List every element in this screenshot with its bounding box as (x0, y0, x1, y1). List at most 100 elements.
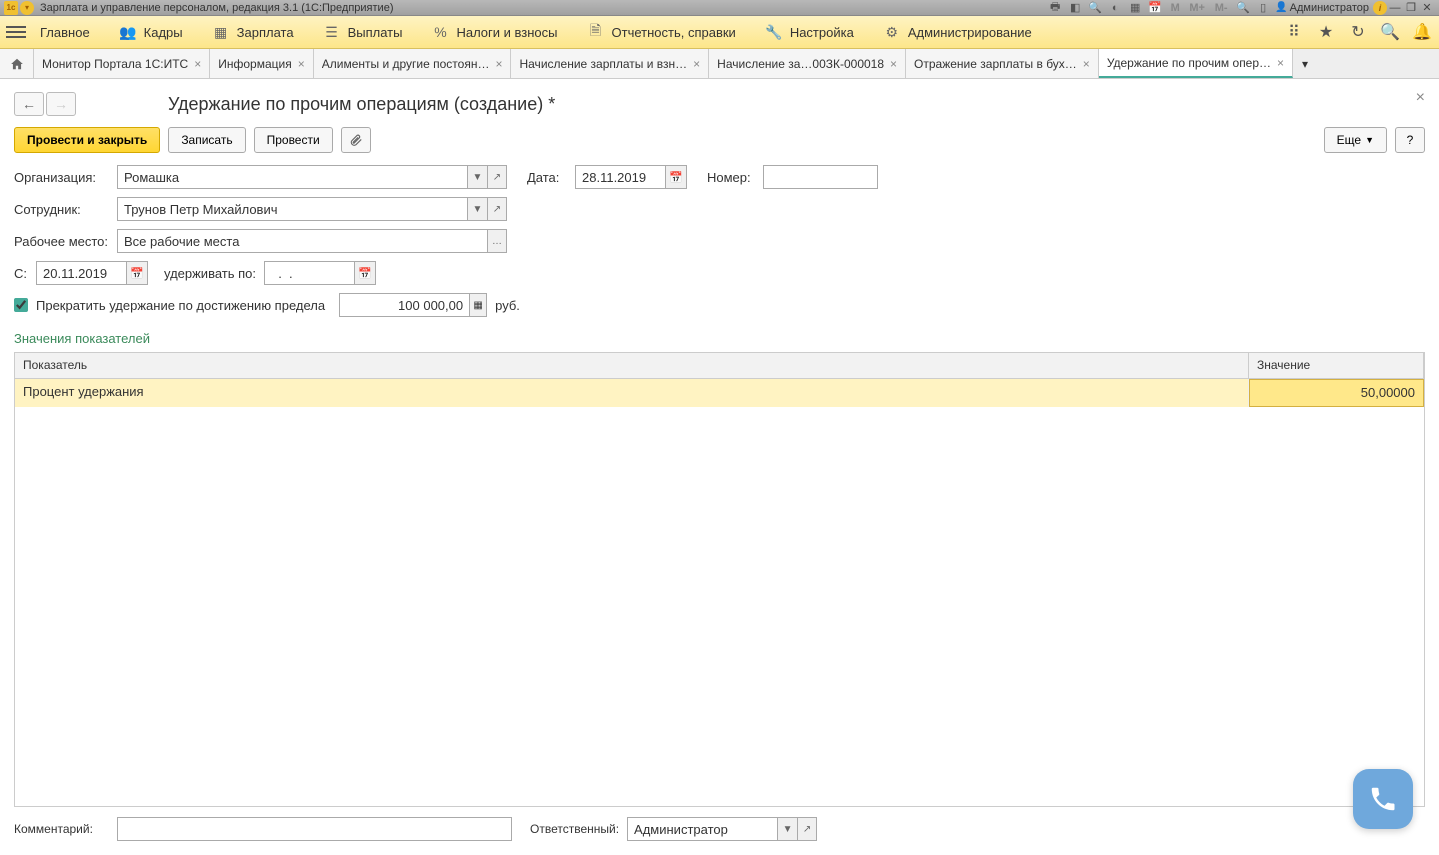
tab-close-icon[interactable]: × (693, 57, 700, 71)
tab-close-icon[interactable]: × (298, 57, 305, 71)
menu-label: Отчетность, справки (612, 25, 736, 40)
close-window-button[interactable]: ✕ (1419, 1, 1435, 15)
tab-close-icon[interactable]: × (1083, 57, 1090, 71)
grid-col-value[interactable]: Значение (1249, 353, 1424, 378)
menu-item-admin[interactable]: ⚙Администрирование (884, 24, 1032, 40)
tab-close-icon[interactable]: × (495, 57, 502, 71)
menu-item-reports[interactable]: 🗎Отчетность, справки (588, 24, 736, 40)
tool-icon-2[interactable]: ◧ (1067, 1, 1083, 15)
search-icon[interactable]: 🔍 (1379, 21, 1401, 43)
history-icon[interactable]: ↻ (1347, 21, 1369, 43)
user-menu[interactable]: 👤 Администратор (1275, 2, 1369, 14)
responsible-label: Ответственный: (530, 822, 619, 836)
dropdown-icon[interactable]: ▼ (467, 165, 487, 189)
calendar-icon[interactable]: 📅 (665, 165, 687, 189)
more-button[interactable]: Еще ▼ (1324, 127, 1387, 153)
date-field[interactable]: 📅 (575, 165, 687, 189)
grid-cell-value[interactable]: 50,00000 (1249, 379, 1424, 407)
tab-accrual[interactable]: Начисление зарплаты и взн…× (511, 49, 709, 78)
calendar-icon[interactable]: 📅 (1147, 1, 1163, 15)
open-icon[interactable]: ↗ (487, 197, 507, 221)
tab-info[interactable]: Информация× (210, 49, 314, 78)
m-plus-icon[interactable]: M+ (1187, 1, 1207, 15)
m-minus-icon[interactable]: M- (1211, 1, 1231, 15)
tool-icon-3[interactable]: 🔍 (1087, 1, 1103, 15)
menu-item-staff[interactable]: 👥Кадры (120, 24, 183, 40)
calc-icon[interactable]: ▦ (469, 293, 487, 317)
from-date-field[interactable]: 📅 (36, 261, 148, 285)
tab-deduction[interactable]: Удержание по прочим опер…× (1099, 49, 1293, 78)
nav-forward-button[interactable]: → (46, 92, 76, 116)
responsible-input[interactable] (627, 817, 777, 841)
info-icon[interactable]: i (1373, 1, 1387, 15)
emp-input[interactable] (117, 197, 467, 221)
open-icon[interactable]: ↗ (487, 165, 507, 189)
print-icon[interactable]: 🖶 (1047, 1, 1063, 15)
m-icon[interactable]: M (1167, 1, 1183, 15)
grid-row[interactable]: Процент удержания 50,00000 (15, 379, 1424, 407)
number-input[interactable] (763, 165, 878, 189)
menu-item-salary[interactable]: ▦Зарплата (213, 24, 294, 40)
dropdown-icon[interactable]: ▼ (467, 197, 487, 221)
menu-item-taxes[interactable]: %Налоги и взносы (432, 24, 557, 40)
ellipsis-icon[interactable]: … (487, 229, 507, 253)
menu-label: Выплаты (348, 25, 403, 40)
stop-limit-checkbox[interactable] (14, 298, 28, 312)
maximize-button[interactable]: ❐ (1403, 1, 1419, 15)
attach-button[interactable] (341, 127, 371, 153)
tab-monitor[interactable]: Монитор Портала 1С:ИТС× (34, 49, 210, 78)
hold-until-input[interactable] (264, 261, 354, 285)
tab-alimony[interactable]: Алименты и другие постоян…× (314, 49, 512, 78)
menu-label: Зарплата (237, 25, 294, 40)
tab-overflow-button[interactable]: ▾ (1293, 49, 1317, 78)
workplace-field[interactable]: … (117, 229, 507, 253)
post-button[interactable]: Провести (254, 127, 333, 153)
from-date-input[interactable] (36, 261, 126, 285)
from-label: С: (14, 266, 28, 281)
calendar-icon[interactable]: 📅 (126, 261, 148, 285)
help-button[interactable]: ? (1395, 127, 1425, 153)
open-icon[interactable]: ↗ (797, 817, 817, 841)
titlebar-dropdown-icon[interactable]: ▾ (20, 1, 34, 15)
org-input[interactable] (117, 165, 467, 189)
tab-close-icon[interactable]: × (194, 57, 201, 71)
menu-burger-icon[interactable] (6, 22, 26, 42)
zoom-in-icon[interactable]: 🔍 (1235, 1, 1251, 15)
menu-item-payments[interactable]: ☰Выплаты (324, 24, 403, 40)
calendar-icon[interactable]: 📅 (354, 261, 376, 285)
hold-until-field[interactable]: 📅 (264, 261, 376, 285)
limit-input[interactable] (339, 293, 469, 317)
emp-label: Сотрудник: (14, 202, 109, 217)
indicators-section-link[interactable]: Значения показателей (14, 331, 1425, 346)
menu-item-settings[interactable]: 🔧Настройка (766, 24, 854, 40)
comment-input[interactable] (117, 817, 512, 841)
tool-icon-4[interactable]: ◐ (1107, 1, 1123, 15)
limit-field[interactable]: ▦ (339, 293, 487, 317)
page-close-button[interactable]: × (1416, 89, 1425, 107)
tab-close-icon[interactable]: × (890, 57, 897, 71)
menu-item-main[interactable]: Главное (40, 25, 90, 40)
workplace-input[interactable] (117, 229, 487, 253)
date-input[interactable] (575, 165, 665, 189)
star-icon[interactable]: ★ (1315, 21, 1337, 43)
nav-back-button[interactable]: ← (14, 92, 44, 116)
apps-icon[interactable]: ⠿ (1283, 21, 1305, 43)
emp-field[interactable]: ▼ ↗ (117, 197, 507, 221)
post-and-close-button[interactable]: Провести и закрыть (14, 127, 160, 153)
grid-col-indicator[interactable]: Показатель (15, 353, 1249, 378)
bell-icon[interactable]: 🔔 (1411, 21, 1433, 43)
phone-icon (1368, 784, 1398, 814)
org-field[interactable]: ▼ ↗ (117, 165, 507, 189)
call-fab[interactable] (1353, 769, 1413, 829)
save-button[interactable]: Записать (168, 127, 245, 153)
tab-reflection[interactable]: Отражение зарплаты в бух… × (906, 49, 1099, 78)
panel-icon[interactable]: ▯ (1255, 1, 1271, 15)
tab-label: Отражение зарплаты в бух… (914, 57, 1077, 71)
tool-icon-5[interactable]: ▦ (1127, 1, 1143, 15)
minimize-button[interactable]: — (1387, 1, 1403, 15)
responsible-field[interactable]: ▼ ↗ (627, 817, 817, 841)
tab-accrual-doc[interactable]: Начисление за…00ЗК-000018× (709, 49, 906, 78)
home-tab[interactable] (0, 49, 34, 78)
dropdown-icon[interactable]: ▼ (777, 817, 797, 841)
tab-close-icon[interactable]: × (1277, 56, 1284, 70)
